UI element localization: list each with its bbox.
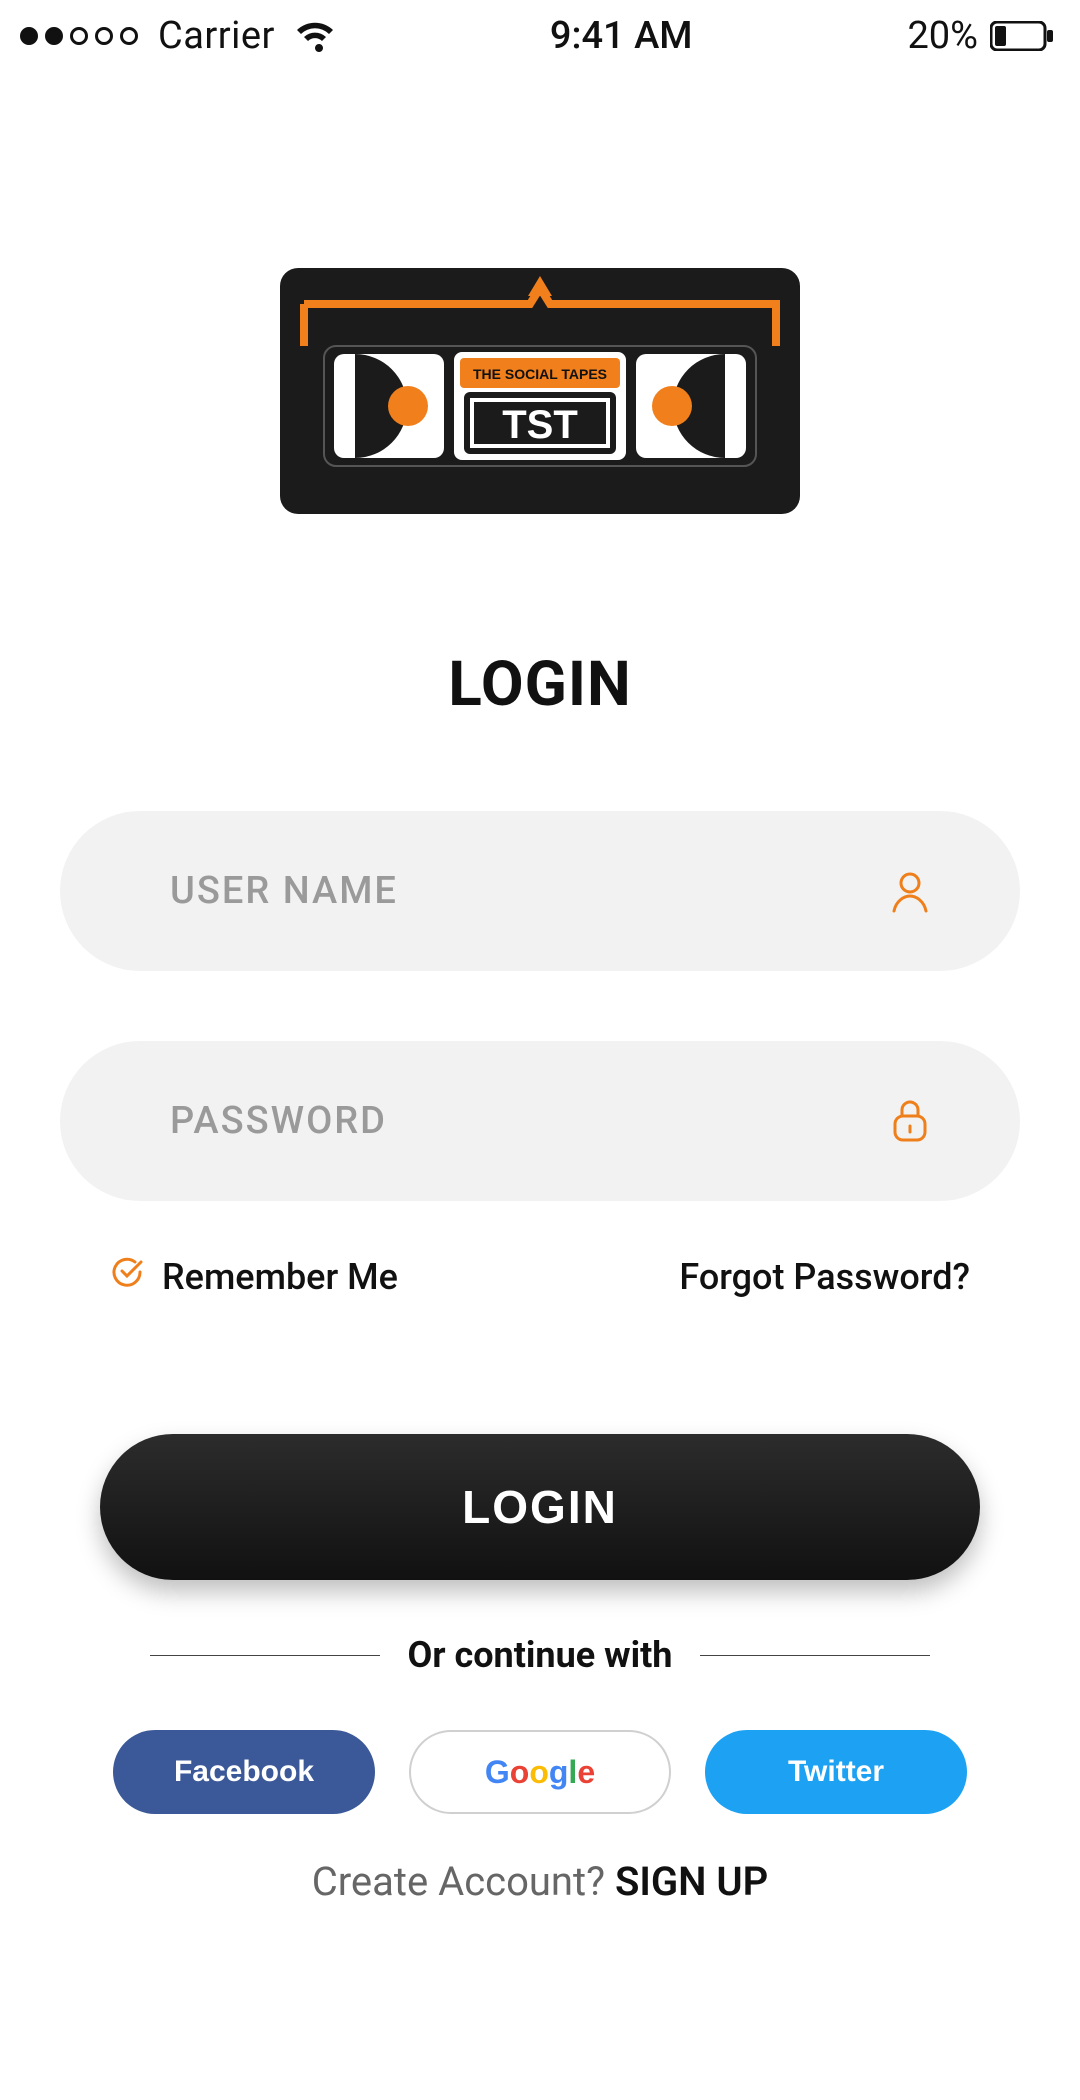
carrier-label: Carrier [158,14,275,58]
status-left: Carrier [20,14,335,58]
username-input[interactable] [170,869,900,913]
app-logo: THE SOCIAL TAPES TST [280,268,800,518]
remember-me-label: Remember Me [162,1256,398,1298]
google-logo-text: Google [485,1754,595,1791]
facebook-login-button[interactable]: Facebook [113,1730,375,1814]
signal-strength-icon [20,27,138,45]
check-circle-icon [110,1255,144,1298]
twitter-login-button[interactable]: Twitter [705,1730,967,1814]
password-field-wrap[interactable] [60,1041,1020,1201]
remember-me-toggle[interactable]: Remember Me [110,1255,398,1298]
signup-link[interactable]: SIGN UP [615,1858,768,1905]
logo-small-text: THE SOCIAL TAPES [473,366,607,382]
logo-big-text: TST [502,403,578,447]
user-icon [888,869,932,913]
clock: 9:41 AM [550,14,693,58]
username-field-wrap[interactable] [60,811,1020,971]
lock-icon [888,1099,932,1143]
signup-prompt: Create Account? [312,1858,615,1905]
forgot-password-link[interactable]: Forgot Password? [679,1256,970,1298]
continue-divider: Or continue with [150,1634,930,1676]
page-title: LOGIN [448,648,631,721]
battery-icon [990,21,1054,51]
status-bar: Carrier 9:41 AM 20% [0,0,1080,58]
continue-divider-label: Or continue with [408,1634,673,1676]
wifi-icon [295,20,335,52]
login-button[interactable]: LOGIN [100,1434,980,1580]
status-right: 20% [907,14,1054,58]
battery-percent: 20% [907,14,978,58]
password-input[interactable] [170,1099,900,1143]
google-login-button[interactable]: Google [409,1730,671,1814]
signup-row: Create Account? SIGN UP [312,1858,769,1905]
